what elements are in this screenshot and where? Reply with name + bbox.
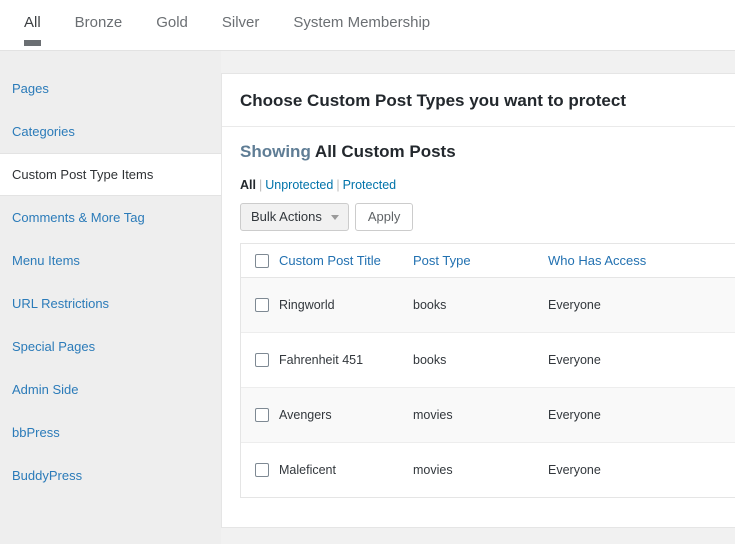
column-header-who-has-access[interactable]: Who Has Access: [548, 244, 735, 278]
sidebar-list-item: Categories: [0, 110, 221, 153]
filter-link-protected[interactable]: Protected: [343, 178, 397, 192]
table-body: Ringworld books Everyone Fahrenheit 451 book…: [241, 277, 735, 497]
select-all-checkbox[interactable]: [255, 254, 269, 269]
showing-label: Showing: [240, 142, 311, 161]
tab-system-membership[interactable]: System Membership: [293, 0, 430, 33]
who-has-access-cell: Everyone: [548, 297, 601, 312]
tab-label: Silver: [221, 14, 260, 31]
table-head: Custom Post Title Post Type Who Has Acce…: [241, 244, 735, 278]
sidebar-list-item: Comments & More Tag: [0, 196, 221, 239]
apply-button[interactable]: Apply: [354, 203, 414, 231]
settings-sidebar: Pages Categories Custom Post Type Items Com…: [0, 51, 221, 544]
sidebar-item-bbpress[interactable]: bbPress: [0, 411, 221, 454]
row-checkbox[interactable]: [255, 297, 269, 312]
sidebar-item-categories[interactable]: Categories: [0, 110, 221, 153]
post-type-cell: movies: [413, 386, 548, 442]
who-has-access-cell: Everyone: [548, 331, 735, 387]
page-title: Choose Custom Post Types you want to pro…: [240, 91, 626, 110]
post-type-cell: books: [413, 297, 447, 312]
showing-heading: Showing All Custom Posts: [240, 141, 735, 163]
sidebar-item-special-pages[interactable]: Special Pages: [0, 325, 221, 368]
tab-label: Bronze: [74, 14, 123, 31]
row-select-cell: [241, 331, 279, 387]
sidebar-item-buddypress[interactable]: BuddyPress: [0, 454, 221, 497]
sidebar-list-item: Pages: [0, 67, 221, 110]
table-row: Fahrenheit 451 books Everyone: [241, 331, 735, 387]
row-select-cell: [241, 386, 279, 442]
bulk-actions-select[interactable]: Bulk Actions: [240, 203, 349, 231]
sidebar-item-url-restrictions[interactable]: URL Restrictions: [0, 282, 221, 325]
tab-label: Gold: [156, 14, 188, 31]
custom-post-table-wrapper: Custom Post Title Post Type Who Has Acce…: [240, 243, 735, 498]
sidebar-list-item: Special Pages: [0, 325, 221, 368]
post-title-cell: Ringworld: [279, 297, 335, 312]
bulk-actions-row: Bulk Actions Apply: [240, 203, 735, 231]
tab-label: All: [24, 14, 41, 31]
tab-bronze[interactable]: Bronze: [75, 0, 123, 33]
row-select-cell: [241, 277, 279, 332]
tab-label: System Membership: [293, 14, 431, 31]
chevron-down-icon: [330, 215, 339, 220]
who-has-access-cell: Everyone: [548, 386, 735, 442]
tab-silver[interactable]: Silver: [222, 0, 260, 33]
sidebar-list: Pages Categories Custom Post Type Items Com…: [0, 51, 221, 497]
sidebar-item-custom-post-type-items: Custom Post Type Items: [0, 153, 221, 196]
custom-post-table: Custom Post Title Post Type Who Has Acce…: [241, 244, 735, 497]
status-filter-links: All | Unprotected | Protected: [240, 177, 735, 194]
filter-separator: |: [258, 178, 263, 192]
sidebar-list-item: Menu Items: [0, 239, 221, 282]
sidebar-list-item: BuddyPress: [0, 454, 221, 497]
tab-gold[interactable]: Gold: [156, 0, 188, 33]
column-header-title[interactable]: Custom Post Title: [279, 244, 413, 278]
tab-all[interactable]: All: [24, 0, 41, 46]
sidebar-item-pages[interactable]: Pages: [0, 67, 221, 110]
post-title-cell: Fahrenheit 451: [279, 331, 413, 387]
table-header-row: Custom Post Title Post Type Who Has Acce…: [241, 244, 735, 278]
select-all-header: [241, 244, 279, 278]
who-has-access-cell: Everyone: [548, 441, 735, 497]
filter-link-unprotected[interactable]: Unprotected: [265, 178, 333, 192]
table-row: Maleficent movies Everyone: [241, 441, 735, 497]
post-type-cell: movies: [413, 441, 548, 497]
row-select-cell: [241, 441, 279, 497]
column-header-post-type[interactable]: Post Type: [413, 244, 548, 278]
filter-link-all: All: [240, 178, 256, 192]
sidebar-list-item: Admin Side: [0, 368, 221, 411]
row-checkbox[interactable]: [255, 352, 269, 367]
row-checkbox[interactable]: [255, 407, 269, 422]
post-type-cell: books: [413, 331, 548, 387]
showing-value: All Custom Posts: [314, 142, 456, 161]
sidebar-list-item: URL Restrictions: [0, 282, 221, 325]
table-row: Ringworld books Everyone: [241, 277, 735, 332]
filter-separator: |: [336, 178, 340, 192]
panel-header: Choose Custom Post Types you want to pro…: [222, 74, 735, 127]
active-tab-indicator: [24, 40, 41, 46]
panel-body: Showing All Custom Posts All | Unprotected…: [222, 127, 735, 498]
sidebar-item-comments-more-tag[interactable]: Comments & More Tag: [0, 196, 221, 239]
page-body: Pages Categories Custom Post Type Items Com…: [0, 51, 735, 544]
table-row: Avengers movies Everyone: [241, 386, 735, 442]
bulk-actions-label: Bulk Actions: [251, 209, 322, 224]
membership-tab-bar: All Bronze Gold Silver System Membership: [0, 0, 735, 51]
post-title-cell: Avengers: [279, 386, 413, 442]
sidebar-list-item: Custom Post Type Items: [0, 153, 221, 196]
row-checkbox[interactable]: [255, 463, 269, 478]
sidebar-item-menu-items[interactable]: Menu Items: [0, 239, 221, 282]
sidebar-item-admin-side[interactable]: Admin Side: [0, 368, 221, 411]
content-panel: Choose Custom Post Types you want to pro…: [221, 73, 735, 528]
sidebar-list-item: bbPress: [0, 411, 221, 454]
post-title-cell: Maleficent: [279, 441, 413, 497]
